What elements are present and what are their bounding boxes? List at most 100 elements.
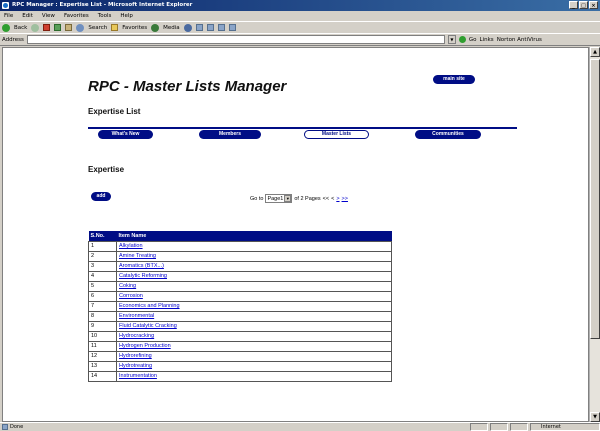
item-name-link[interactable]: Amine Treating — [119, 253, 156, 259]
table-row: 11 Hydrogen Production — [88, 340, 392, 352]
nav-whats-new[interactable]: What's New — [98, 130, 153, 139]
main-site-button[interactable]: main site — [433, 75, 475, 84]
back-button-label[interactable]: Back — [14, 25, 27, 31]
table-row: 7 Economics and Planning — [88, 300, 392, 312]
column-header-item-name: Item Name — [116, 231, 392, 241]
add-button[interactable]: add — [91, 192, 111, 201]
menu-tools[interactable]: Tools — [98, 11, 112, 21]
row-sno: 8 — [88, 310, 117, 322]
edit-icon[interactable] — [217, 24, 225, 31]
row-item-cell: Coking — [116, 280, 392, 292]
item-name-link[interactable]: Alkylation — [119, 243, 143, 249]
maximize-button[interactable]: □ — [579, 1, 588, 9]
item-name-link[interactable]: Environmental — [119, 313, 154, 319]
scroll-thumb[interactable] — [590, 59, 600, 339]
menu-file[interactable]: File — [4, 11, 13, 21]
vertical-scrollbar[interactable]: ▲ ▼ — [589, 47, 600, 422]
row-sno: 10 — [88, 330, 117, 342]
row-sno: 13 — [88, 360, 117, 372]
nav-members[interactable]: Members — [199, 130, 261, 139]
item-name-link[interactable]: Coking — [119, 283, 136, 289]
nav-master-lists[interactable]: Master Lists — [304, 130, 369, 139]
links-label[interactable]: Links — [480, 37, 494, 43]
table-row: 10 Hydrocracking — [88, 330, 392, 342]
last-page-link[interactable]: >> — [342, 196, 348, 202]
menu-help[interactable]: Help — [120, 11, 133, 21]
next-page-link[interactable]: > — [336, 196, 339, 202]
status-cell — [490, 423, 508, 431]
item-name-link[interactable]: Economics and Planning — [119, 303, 180, 309]
row-sno: 9 — [88, 320, 117, 332]
item-name-link[interactable]: Hydrorefining — [119, 353, 152, 359]
table-row: 8 Environmental — [88, 310, 392, 322]
row-item-cell: Hydrorefining — [116, 350, 392, 362]
table-row: 6 Corrosion — [88, 290, 392, 302]
item-name-link[interactable]: Hydrogen Production — [119, 343, 171, 349]
row-item-cell: Economics and Planning — [116, 300, 392, 312]
row-sno: 1 — [88, 240, 117, 252]
scroll-down-arrow-icon[interactable]: ▼ — [590, 412, 600, 422]
forward-arrow-icon[interactable] — [31, 23, 40, 32]
row-item-cell: Instrumentation — [116, 370, 392, 382]
media-icon[interactable] — [151, 23, 160, 32]
close-button[interactable]: × — [589, 1, 598, 9]
row-sno: 2 — [88, 250, 117, 262]
favorites-star-icon[interactable] — [111, 24, 119, 31]
table-row: 3 Aromatics (BTX...) — [88, 260, 392, 272]
address-label: Address — [2, 36, 24, 43]
address-dropdown-button[interactable]: ▼ — [447, 35, 456, 44]
item-name-link[interactable]: Fluid Catalytic Cracking — [119, 323, 177, 329]
go-arrow-icon[interactable] — [458, 36, 466, 43]
item-name-link[interactable]: Hydrocracking — [119, 333, 154, 339]
item-name-link[interactable]: Hydrotreating — [119, 363, 152, 369]
stop-icon[interactable] — [43, 24, 51, 31]
minimize-button[interactable]: _ — [569, 1, 578, 9]
scroll-up-arrow-icon[interactable]: ▲ — [590, 47, 600, 57]
go-button-label[interactable]: Go — [469, 37, 477, 43]
table-row: 5 Coking — [88, 280, 392, 292]
item-name-link[interactable]: Aromatics (BTX...) — [119, 263, 164, 269]
zone-text: Internet — [541, 424, 561, 430]
history-icon[interactable] — [183, 23, 192, 32]
mail-icon[interactable] — [195, 24, 203, 31]
row-item-cell: Amine Treating — [116, 250, 392, 262]
row-item-cell: Corrosion — [116, 290, 392, 302]
ie-icon — [2, 2, 9, 9]
toolbar: Back Search Favorites Media — [0, 21, 600, 33]
discuss-icon[interactable] — [228, 24, 236, 31]
expertise-table: S.No. Item Name 1 Alkylation 2 Amine Treati… — [88, 231, 392, 382]
menu-edit[interactable]: Edit — [22, 11, 33, 21]
table-row: 1 Alkylation — [88, 240, 392, 252]
search-button-label[interactable]: Search — [88, 25, 107, 31]
page-status-icon — [2, 424, 8, 430]
row-sno: 4 — [88, 270, 117, 282]
nav-communities[interactable]: Communities — [415, 130, 481, 139]
zone-indicator: Internet — [530, 423, 600, 431]
row-item-cell: Hydrotreating — [116, 360, 392, 372]
item-name-link[interactable]: Corrosion — [119, 293, 143, 299]
window-titlebar: RPC Manager : Expertise List - Microsoft… — [0, 0, 600, 11]
page-select[interactable]: Page1 ▼ — [265, 194, 293, 203]
menu-view[interactable]: View — [42, 11, 55, 21]
search-icon[interactable] — [76, 23, 85, 32]
nav-divider — [88, 127, 517, 129]
page-count: of 2 Pages — [294, 195, 321, 202]
refresh-icon[interactable] — [54, 24, 62, 31]
norton-antivirus-label[interactable]: Norton AntiVirus — [497, 37, 542, 43]
address-input[interactable] — [26, 35, 445, 44]
home-icon[interactable] — [65, 24, 73, 31]
prev-page-text: < — [331, 195, 335, 202]
back-arrow-icon[interactable] — [2, 23, 10, 32]
media-button-label[interactable]: Media — [163, 25, 180, 31]
item-name-link[interactable]: Catalytic Reforming — [119, 273, 167, 279]
row-item-cell: Alkylation — [116, 240, 392, 252]
table-row: 4 Catalytic Reforming — [88, 270, 392, 282]
menu-favorites[interactable]: Favorites — [64, 11, 89, 21]
print-icon[interactable] — [206, 24, 214, 31]
item-name-link[interactable]: Instrumentation — [119, 373, 157, 379]
row-sno: 3 — [88, 260, 117, 272]
favorites-button-label[interactable]: Favorites — [122, 25, 147, 31]
status-cell — [510, 423, 528, 431]
statusbar: Done Internet — [0, 422, 600, 431]
chevron-down-icon[interactable]: ▼ — [284, 195, 292, 202]
